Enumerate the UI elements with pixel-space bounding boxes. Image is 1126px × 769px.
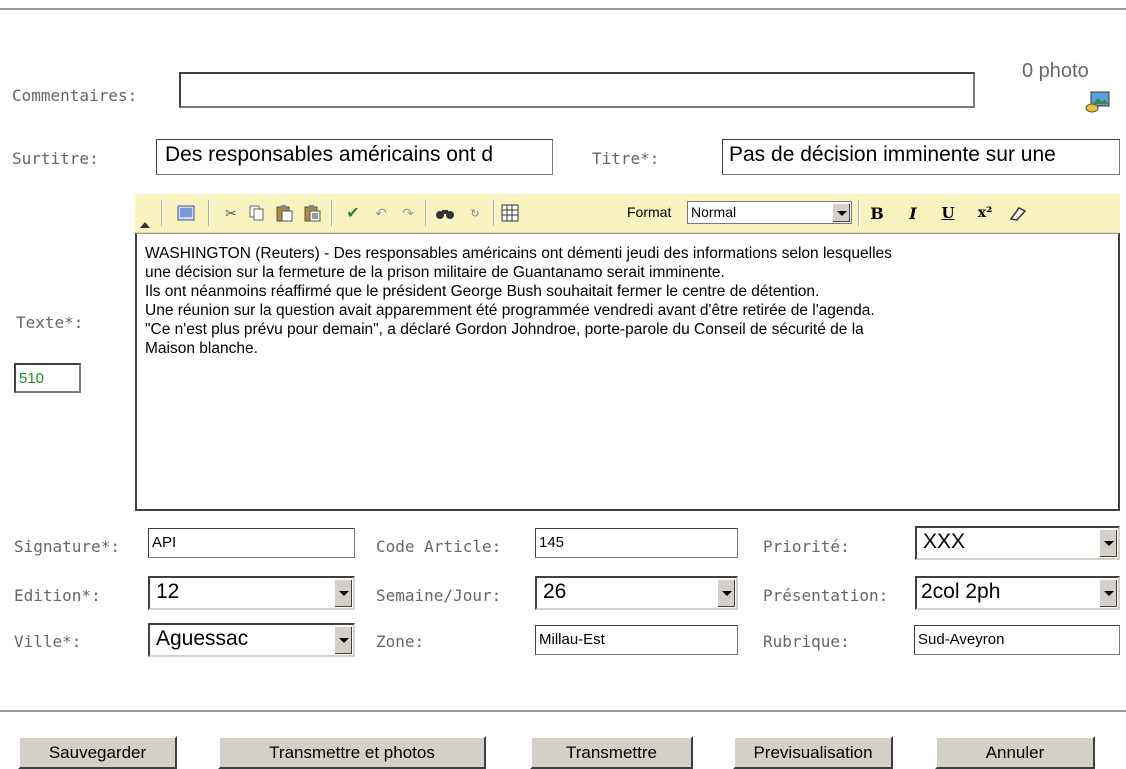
priorite-dropdown-icon[interactable] (1099, 529, 1117, 557)
table-icon[interactable] (499, 203, 521, 223)
presentation-value: 2col 2ph (921, 580, 1001, 603)
paste-icon[interactable] (273, 203, 295, 223)
ville-dropdown-icon[interactable] (334, 626, 352, 654)
texte-line: Ils ont néanmoins réaffirmé que le prési… (145, 283, 820, 300)
semaine-jour-label: Semaine/Jour: (376, 586, 502, 605)
format-label: Format (627, 204, 672, 220)
transmit-button[interactable]: Transmettre (530, 736, 693, 769)
zone-label: Zone: (376, 632, 425, 651)
superscript-icon[interactable]: x² (973, 203, 997, 223)
format-value: Normal (691, 204, 737, 220)
rubrique-label: Rubrique: (763, 632, 850, 651)
commentaires-input[interactable] (179, 72, 975, 108)
photo-icon[interactable] (1085, 90, 1111, 114)
priorite-value: XXX (923, 530, 966, 553)
texte-char-count: 510 (14, 363, 81, 393)
semaine-jour-value: 26 (543, 580, 567, 603)
save-button[interactable]: Sauvegarder (18, 736, 177, 769)
spellcheck-icon[interactable]: ✔ (341, 203, 365, 223)
signature-label: Signature*: (14, 537, 120, 556)
format-dropdown-icon[interactable] (832, 203, 850, 222)
copy-icon[interactable] (246, 203, 268, 223)
edition-dropdown-icon[interactable] (334, 579, 352, 607)
texte-line: Maison blanche. (145, 340, 258, 357)
code-article-input[interactable]: 145 (535, 528, 738, 558)
titre-label: Titre*: (592, 149, 660, 168)
ville-select[interactable]: Aguessac (148, 623, 355, 657)
ville-value: Aguessac (156, 627, 249, 650)
replace-icon[interactable]: ↻ (463, 203, 487, 223)
priorite-select[interactable]: XXX (915, 526, 1120, 560)
redo-icon[interactable]: ↷ (397, 203, 419, 223)
underline-icon[interactable]: U (936, 203, 960, 223)
editor-toolbar: ✂ ✔ ↶ ↷ ↻ Format Normal B I U x² (135, 194, 1120, 233)
source-icon[interactable] (175, 203, 197, 223)
semaine-jour-dropdown-icon[interactable] (717, 579, 735, 607)
format-select[interactable]: Normal (687, 201, 852, 224)
texte-editor[interactable]: WASHINGTON (Reuters) - Des responsables … (135, 233, 1120, 511)
ville-label: Ville*: (14, 632, 82, 651)
top-divider (0, 8, 1126, 10)
semaine-jour-select[interactable]: 26 (535, 576, 738, 610)
signature-input[interactable]: API (148, 528, 355, 558)
italic-icon[interactable]: I (901, 203, 925, 223)
presentation-dropdown-icon[interactable] (1099, 579, 1117, 607)
texte-line: une décision sur la fermeture de la pris… (145, 264, 725, 281)
find-icon[interactable] (433, 203, 457, 223)
undo-icon[interactable]: ↶ (370, 203, 392, 223)
bottom-divider (0, 710, 1126, 712)
edition-value: 12 (156, 580, 180, 603)
priorite-label: Priorité: (763, 537, 850, 556)
rubrique-input[interactable]: Sud-Aveyron (914, 625, 1120, 655)
code-article-label: Code Article: (376, 537, 502, 556)
photo-count[interactable]: 0 photo (1022, 60, 1089, 83)
surtitre-label: Surtitre: (12, 149, 99, 168)
titre-input[interactable]: Pas de décision imminente sur une (722, 139, 1120, 175)
texte-line: "Ce n'est plus prévu pour demain", a déc… (145, 321, 864, 338)
edition-select[interactable]: 12 (148, 576, 355, 610)
presentation-label: Présentation: (763, 586, 889, 605)
zone-input[interactable]: Millau-Est (535, 625, 738, 655)
preview-button[interactable]: Previsualisation (733, 736, 893, 769)
texte-line: WASHINGTON (Reuters) - Des responsables … (145, 245, 892, 262)
surtitre-input[interactable]: Des responsables américains ont d (156, 139, 553, 175)
eraser-icon[interactable] (1005, 203, 1029, 223)
edition-label: Edition*: (14, 586, 101, 605)
bold-icon[interactable]: B (865, 203, 889, 223)
cancel-button[interactable]: Annuler (935, 736, 1095, 769)
transmit-photos-button[interactable]: Transmettre et photos (218, 736, 486, 769)
cut-icon[interactable]: ✂ (220, 203, 242, 223)
commentaires-label: Commentaires: (12, 86, 138, 105)
collapse-toolbar-icon[interactable] (140, 222, 150, 228)
paste-text-icon[interactable] (301, 203, 323, 223)
texte-label: Texte*: (16, 313, 84, 332)
presentation-select[interactable]: 2col 2ph (915, 576, 1120, 610)
texte-line: Une réunion sur la question avait appare… (145, 302, 875, 319)
